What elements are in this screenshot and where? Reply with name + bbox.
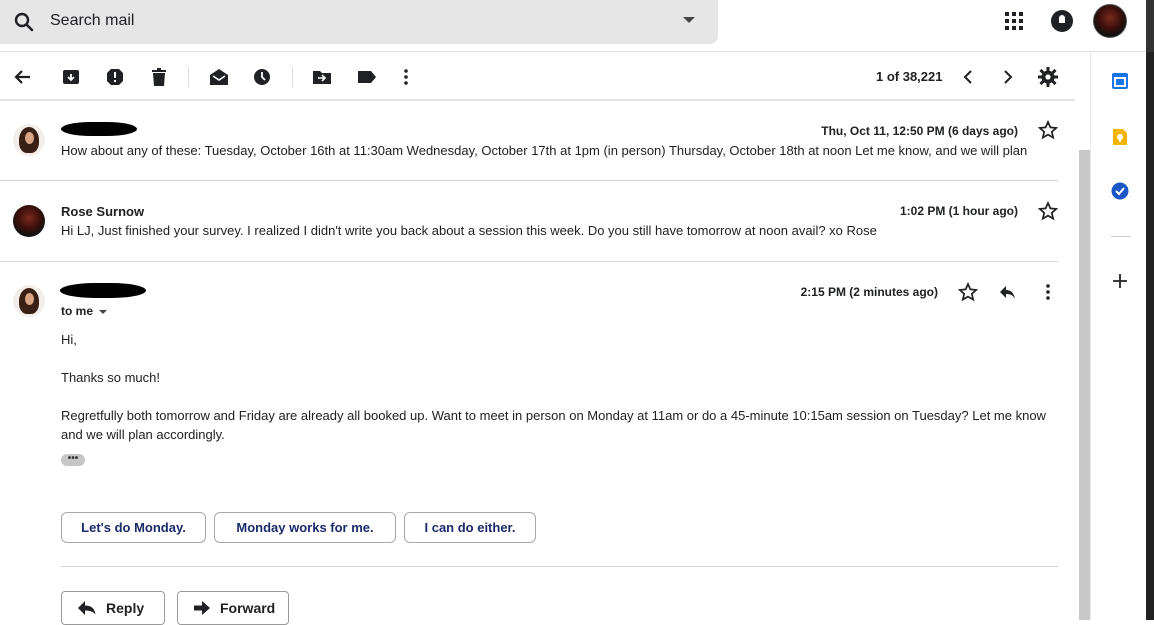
avatar	[13, 124, 45, 156]
smart-reply-chip[interactable]: Let's do Monday.	[61, 512, 206, 543]
label-icon[interactable]	[355, 65, 379, 89]
message-toolbar: 1 of 38,221	[0, 53, 1075, 101]
page-count: 1 of 38,221	[876, 69, 943, 84]
search-bar[interactable]: Search mail	[0, 0, 718, 44]
toolbar-divider	[292, 67, 293, 87]
reply-icon	[78, 601, 96, 615]
smart-reply-chip[interactable]: Monday works for me.	[214, 512, 396, 543]
body-line: Hi,	[61, 332, 77, 347]
side-panel-divider	[1111, 236, 1131, 237]
recipient-details-toggle[interactable]: to me	[61, 304, 108, 318]
star-icon[interactable]	[1038, 120, 1058, 140]
to-me-label: to me	[61, 304, 94, 318]
star-icon[interactable]	[1038, 201, 1058, 221]
toolbar-divider	[188, 67, 189, 87]
side-panel	[1090, 52, 1146, 620]
more-vert-icon[interactable]	[1038, 282, 1058, 302]
body-line: Thanks so much!	[61, 370, 160, 385]
star-icon[interactable]	[958, 282, 978, 302]
message-time: 2:15 PM (2 minutes ago)	[800, 285, 938, 299]
account-avatar[interactable]	[1093, 4, 1127, 38]
body-paragraph: Regretfully both tomorrow and Friday are…	[61, 408, 1046, 442]
message-snippet[interactable]: How about any of these: Tuesday, October…	[61, 143, 1027, 158]
show-trimmed-content-button[interactable]: •••	[61, 454, 85, 466]
avatar	[13, 285, 45, 317]
reply-label: Reply	[106, 600, 145, 616]
window-edge	[1146, 52, 1154, 620]
reply-divider	[61, 566, 1058, 567]
settings-gear-icon[interactable]	[1036, 65, 1060, 89]
mark-unread-icon[interactable]	[207, 65, 231, 89]
more-vert-icon[interactable]	[394, 65, 418, 89]
sender-name: Rose Surnow	[61, 204, 145, 219]
scrollbar[interactable]	[1079, 150, 1090, 620]
window-edge	[1146, 0, 1154, 52]
older-chevron-right-icon[interactable]	[996, 65, 1020, 89]
search-options-dropdown-icon[interactable]	[683, 17, 695, 23]
apps-grid-icon[interactable]	[1005, 12, 1023, 30]
keep-icon[interactable]	[1111, 128, 1129, 146]
archive-icon[interactable]	[59, 65, 83, 89]
add-icon[interactable]	[1111, 272, 1129, 290]
redacted-sender-name	[60, 283, 146, 298]
report-spam-icon[interactable]	[103, 65, 127, 89]
forward-arrow-icon	[194, 601, 210, 615]
smart-reply-chip[interactable]: I can do either.	[404, 512, 536, 543]
search-icon[interactable]	[12, 10, 36, 34]
snooze-icon[interactable]	[250, 65, 274, 89]
move-to-icon[interactable]	[310, 65, 334, 89]
tasks-icon[interactable]	[1111, 182, 1129, 200]
top-bar: Search mail	[0, 0, 1154, 52]
back-arrow-icon[interactable]	[11, 65, 35, 89]
newer-chevron-left-icon[interactable]	[956, 65, 980, 89]
delete-icon[interactable]	[147, 65, 171, 89]
forward-label: Forward	[220, 600, 276, 616]
redacted-sender-name	[61, 122, 137, 136]
avatar	[13, 205, 45, 237]
reply-icon[interactable]	[998, 282, 1018, 302]
search-input[interactable]: Search mail	[50, 12, 134, 30]
calendar-icon[interactable]	[1111, 72, 1129, 90]
chevron-down-icon[interactable]	[99, 309, 108, 314]
notifications-icon[interactable]	[1051, 10, 1073, 32]
message-divider	[0, 261, 1058, 262]
message-snippet[interactable]: Hi LJ, Just finished your survey. I real…	[61, 223, 877, 238]
message-time: Thu, Oct 11, 12:50 PM (6 days ago)	[821, 124, 1018, 138]
message-time: 1:02 PM (1 hour ago)	[899, 204, 1018, 218]
message-divider	[0, 180, 1058, 181]
